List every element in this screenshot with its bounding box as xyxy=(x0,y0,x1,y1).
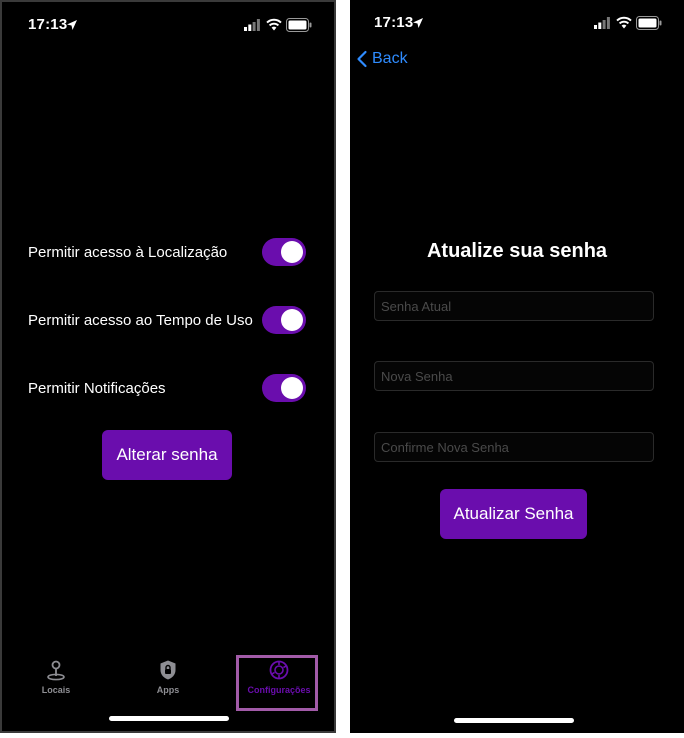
confirm-password-field[interactable] xyxy=(374,432,654,462)
update-password-screen: 17:13 Back Atualize sua senha Atualizar … xyxy=(350,0,684,733)
toggle-label-screen-time: Permitir acesso ao Tempo de Uso xyxy=(28,312,253,329)
tab-highlight-frame xyxy=(236,655,318,711)
notifications-toggle[interactable] xyxy=(262,374,306,402)
status-time: 17:13 xyxy=(28,16,68,33)
toggle-label-notifications: Permitir Notificações xyxy=(28,380,166,397)
toggle-row-notifications: Permitir Notificações xyxy=(28,374,306,404)
wifi-icon xyxy=(616,16,632,29)
status-bar: 17:13 xyxy=(350,14,684,34)
shield-icon xyxy=(160,660,176,680)
update-password-button[interactable]: Atualizar Senha xyxy=(440,489,587,539)
signal-icon xyxy=(594,17,610,29)
screen-time-toggle[interactable] xyxy=(262,306,306,334)
new-password-input[interactable] xyxy=(375,362,653,390)
tab-locais[interactable]: Locais xyxy=(26,659,86,695)
toggle-label-location: Permitir acesso à Localização xyxy=(28,244,228,261)
tab-label-apps: Apps xyxy=(156,685,180,695)
location-arrow-icon xyxy=(413,18,423,28)
toggle-knob xyxy=(281,241,303,263)
tab-apps[interactable]: Apps xyxy=(138,659,198,695)
map-pin-icon xyxy=(47,660,65,681)
toggle-row-screen-time: Permitir acesso ao Tempo de Uso xyxy=(28,306,306,336)
location-arrow-icon xyxy=(67,20,77,30)
back-button[interactable]: Back xyxy=(356,50,408,68)
chevron-left-icon xyxy=(357,50,367,68)
settings-screen: 17:13 Permitir acesso à Localização Perm… xyxy=(0,0,336,733)
new-password-field[interactable] xyxy=(374,361,654,391)
status-time: 17:13 xyxy=(374,14,414,31)
battery-icon xyxy=(636,16,662,30)
home-indicator xyxy=(109,716,229,721)
battery-icon xyxy=(286,18,312,32)
current-password-field[interactable] xyxy=(374,291,654,321)
confirm-password-input[interactable] xyxy=(375,433,653,461)
toggle-knob xyxy=(281,309,303,331)
change-password-button[interactable]: Alterar senha xyxy=(102,430,232,480)
status-bar: 17:13 xyxy=(2,16,334,36)
tab-label-locais: Locais xyxy=(41,685,71,695)
toggle-knob xyxy=(281,377,303,399)
home-indicator xyxy=(454,718,574,723)
page-title: Atualize sua senha xyxy=(426,240,608,262)
back-label: Back xyxy=(372,50,408,67)
signal-icon xyxy=(244,19,260,31)
current-password-input[interactable] xyxy=(375,292,653,320)
toggle-row-location: Permitir acesso à Localização xyxy=(28,238,306,268)
location-toggle[interactable] xyxy=(262,238,306,266)
wifi-icon xyxy=(266,18,282,31)
